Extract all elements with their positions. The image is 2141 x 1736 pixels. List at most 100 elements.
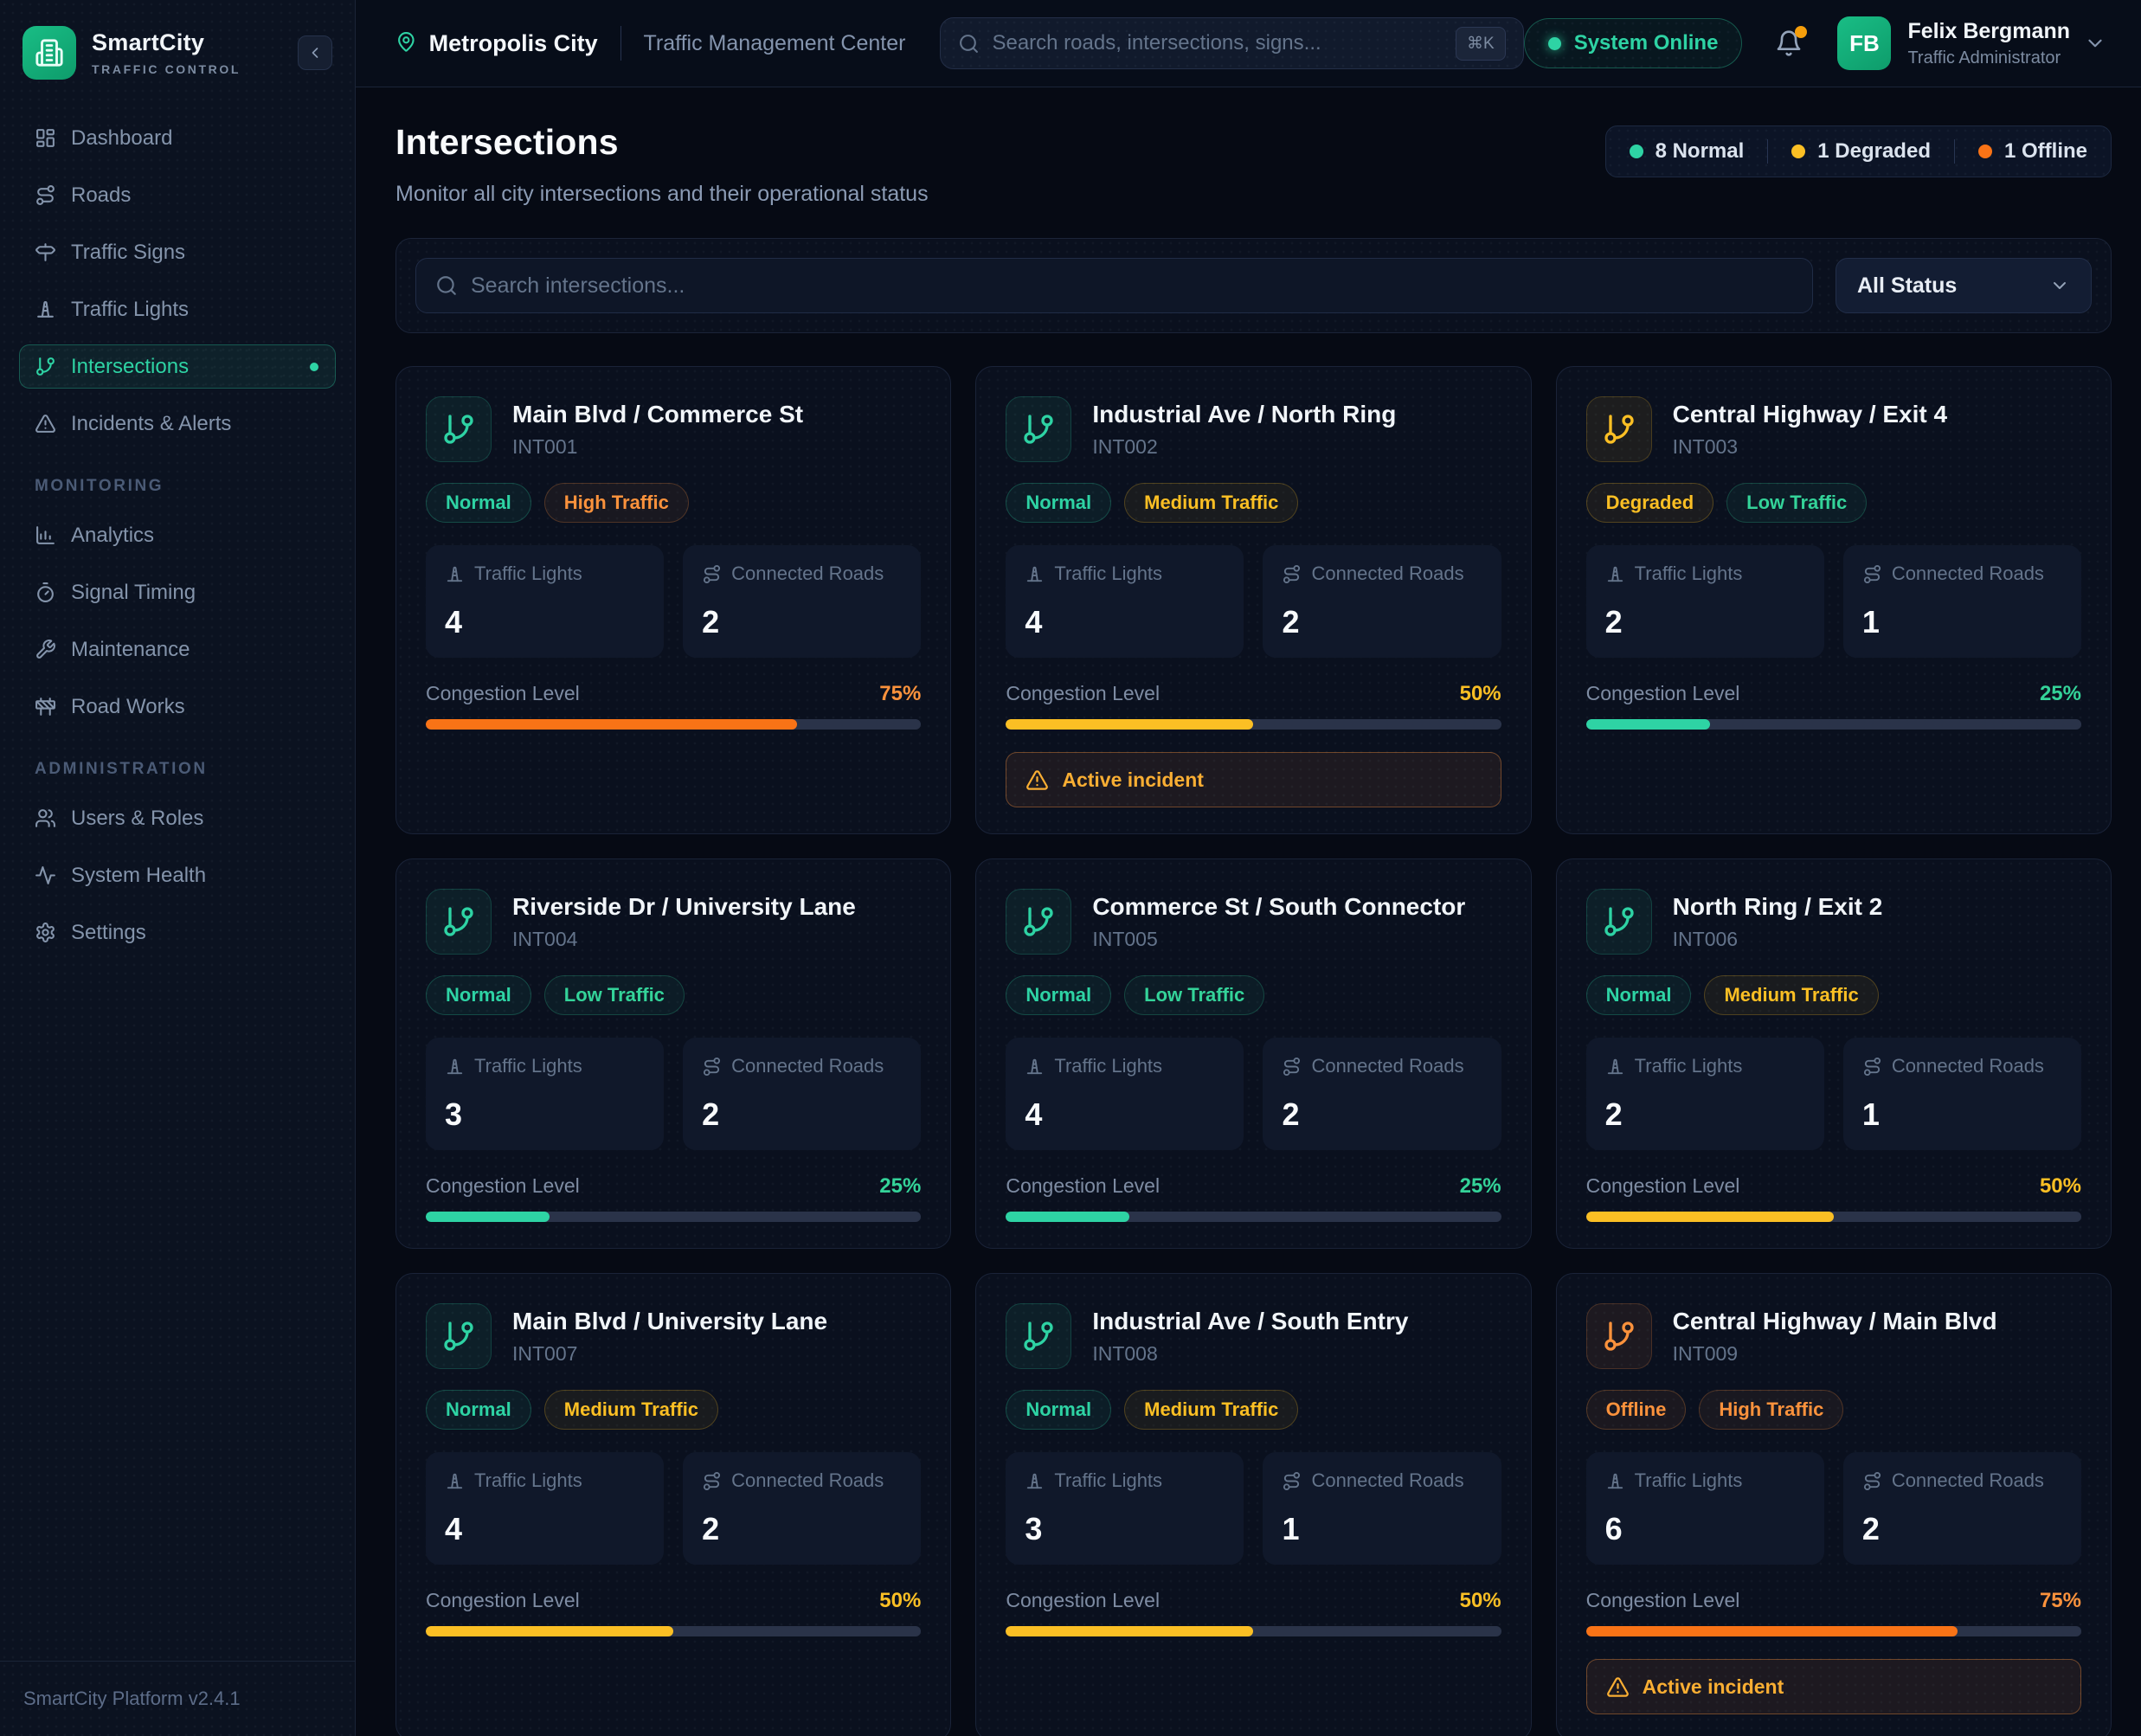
online-status-dot xyxy=(1548,37,1561,50)
sidebar-item-dashboard[interactable]: Dashboard xyxy=(19,116,336,160)
sidebar-nav: Dashboard Roads Traffic Signs Traffic Light… xyxy=(0,102,355,1661)
card-title-block: Central Highway / Exit 4INT003 xyxy=(1673,401,1947,459)
status-filter-value: All Status xyxy=(1857,273,1957,299)
sidebar-item-label: Traffic Signs xyxy=(71,241,185,265)
sidebar-item-traffic-signs[interactable]: Traffic Signs xyxy=(19,230,336,274)
route-icon xyxy=(1282,1471,1302,1491)
sidebar-item-label: Traffic Lights xyxy=(71,298,189,322)
stat-value: 4 xyxy=(445,1511,645,1547)
card-header: Industrial Ave / South EntryINT008 xyxy=(1006,1303,1501,1369)
cone-icon xyxy=(35,299,56,320)
incident-label: Active incident xyxy=(1062,768,1204,792)
git-branch-icon xyxy=(426,889,492,955)
stat-label: Traffic Lights xyxy=(1054,563,1162,585)
congestion-bar xyxy=(1586,1626,2081,1636)
route-icon xyxy=(1282,1057,1302,1077)
congestion-percent: 25% xyxy=(879,1174,921,1199)
card-stats: Traffic Lights4Connected Roads2 xyxy=(1006,1038,1501,1150)
stat-value: 2 xyxy=(1605,604,1805,640)
sidebar-item-signal-timing[interactable]: Signal Timing xyxy=(19,570,336,614)
sidebar-item-incidents-alerts[interactable]: Incidents & Alerts xyxy=(19,402,336,446)
intersection-card-int004[interactable]: Riverside Dr / University LaneINT004Norm… xyxy=(395,858,951,1249)
sidebar-item-settings[interactable]: Settings xyxy=(19,910,336,955)
chevron-down-icon xyxy=(2049,275,2070,296)
congestion-label: Congestion Level xyxy=(1006,1589,1160,1612)
cone-icon xyxy=(1605,564,1625,584)
alert-triangle-icon xyxy=(1606,1675,1630,1699)
avatar[interactable]: FB xyxy=(1837,16,1891,70)
intersection-name: Riverside Dr / University Lane xyxy=(512,893,856,921)
traffic-lights-stat: Traffic Lights3 xyxy=(426,1038,664,1150)
route-icon xyxy=(1862,564,1882,584)
traffic-lights-stat: Traffic Lights 2 xyxy=(1586,545,1824,658)
page-title-block: Intersections Monitor all city intersect… xyxy=(395,122,929,207)
intersection-card-int002[interactable]: Industrial Ave / North RingINT002NormalM… xyxy=(975,366,1531,834)
global-search-input[interactable] xyxy=(992,31,1443,55)
traffic-lights-stat: Traffic Lights 4 xyxy=(426,545,664,658)
card-title-block: Main Blvd / University LaneINT007 xyxy=(512,1308,827,1366)
sidebar-item-label: Roads xyxy=(71,183,131,208)
congestion-label: Congestion Level xyxy=(1586,1589,1740,1612)
intersection-search[interactable] xyxy=(415,258,1813,313)
legend-dot xyxy=(1791,145,1805,158)
top-header: Metropolis City Traffic Management Cente… xyxy=(356,0,2141,87)
sidebar-item-label: Analytics xyxy=(71,524,154,548)
intersection-card-int009[interactable]: Central Highway / Main BlvdINT009Offline… xyxy=(1556,1273,2112,1736)
congestion-percent: 50% xyxy=(1460,1589,1501,1613)
stat-label: Connected Roads xyxy=(1311,1469,1463,1492)
stat-label: Traffic Lights xyxy=(1635,1055,1743,1077)
connected-roads-stat: Connected Roads1 xyxy=(1843,545,2081,658)
card-stats: Traffic Lights 2 Connected Roads1 xyxy=(1586,545,2081,658)
intersection-search-input[interactable] xyxy=(471,273,1793,299)
stat-label-row: Traffic Lights xyxy=(1605,1055,1805,1077)
sidebar-collapse-button[interactable] xyxy=(298,35,332,70)
intersection-id: INT002 xyxy=(1092,435,1396,459)
intersection-card-int006[interactable]: North Ring / Exit 2INT006NormalMedium Tr… xyxy=(1556,858,2112,1249)
app-logo xyxy=(23,26,76,80)
sidebar-item-intersections[interactable]: Intersections xyxy=(19,344,336,389)
sidebar-item-traffic-lights[interactable]: Traffic Lights xyxy=(19,287,336,331)
stat-value: 4 xyxy=(445,604,645,640)
stat-label-row: Traffic Lights xyxy=(1605,563,1805,585)
notification-dot xyxy=(1795,26,1807,38)
stat-label: Connected Roads xyxy=(1311,563,1463,585)
sidebar-item-road-works[interactable]: Road Works xyxy=(19,685,336,729)
connected-roads-stat: Connected Roads1 xyxy=(1263,1452,1501,1565)
congestion-bar-fill xyxy=(1586,1626,1958,1636)
card-header: Industrial Ave / North RingINT002 xyxy=(1006,396,1501,462)
intersections-grid: Main Blvd / Commerce StINT001NormalHigh … xyxy=(395,366,2112,1736)
intersection-card-int005[interactable]: Commerce St / South ConnectorINT005Norma… xyxy=(975,858,1531,1249)
card-stats: Traffic Lights4Connected Roads2 xyxy=(1006,545,1501,658)
sidebar-item-analytics[interactable]: Analytics xyxy=(19,513,336,557)
sidebar-item-users-roles[interactable]: Users & Roles xyxy=(19,796,336,840)
congestion-bar xyxy=(1006,719,1501,730)
status-badge: Normal xyxy=(1006,483,1111,523)
connected-roads-stat: Connected Roads2 xyxy=(1263,545,1501,658)
congestion-bar-fill xyxy=(1006,719,1253,730)
status-legend: 8 Normal1 Degraded1 Offline xyxy=(1605,125,2112,177)
global-search[interactable]: ⌘K xyxy=(940,17,1523,69)
intersection-card-int003[interactable]: Central Highway / Exit 4INT003DegradedLo… xyxy=(1556,366,2112,834)
git-branch-icon xyxy=(1006,889,1071,955)
sidebar-item-roads[interactable]: Roads xyxy=(19,173,336,217)
status-filter-select[interactable]: All Status xyxy=(1836,258,2092,313)
intersection-card-int001[interactable]: Main Blvd / Commerce StINT001NormalHigh … xyxy=(395,366,951,834)
chevron-down-icon[interactable] xyxy=(2084,32,2106,55)
building-icon xyxy=(35,38,64,68)
active-incident-banner: Active incident xyxy=(1006,752,1501,807)
sidebar-item-system-health[interactable]: System Health xyxy=(19,853,336,897)
sidebar-item-maintenance[interactable]: Maintenance xyxy=(19,627,336,672)
intersection-card-int008[interactable]: Industrial Ave / South EntryINT008Normal… xyxy=(975,1273,1531,1736)
intersection-card-int007[interactable]: Main Blvd / University LaneINT007NormalM… xyxy=(395,1273,951,1736)
page-head: Intersections Monitor all city intersect… xyxy=(395,122,2112,207)
stat-label-row: Traffic Lights xyxy=(445,1055,645,1077)
alert-triangle-icon xyxy=(1025,768,1049,792)
status-badge: Normal xyxy=(426,1390,531,1430)
stat-label: Traffic Lights xyxy=(474,563,582,585)
app-name: SmartCity xyxy=(92,29,241,56)
alert-triangle-icon xyxy=(35,413,56,434)
intersection-id: INT003 xyxy=(1673,435,1947,459)
user-block[interactable]: Felix Bergmann Traffic Administrator xyxy=(1907,19,2070,68)
intersection-name: Main Blvd / Commerce St xyxy=(512,401,803,428)
notifications-button[interactable] xyxy=(1775,29,1803,57)
